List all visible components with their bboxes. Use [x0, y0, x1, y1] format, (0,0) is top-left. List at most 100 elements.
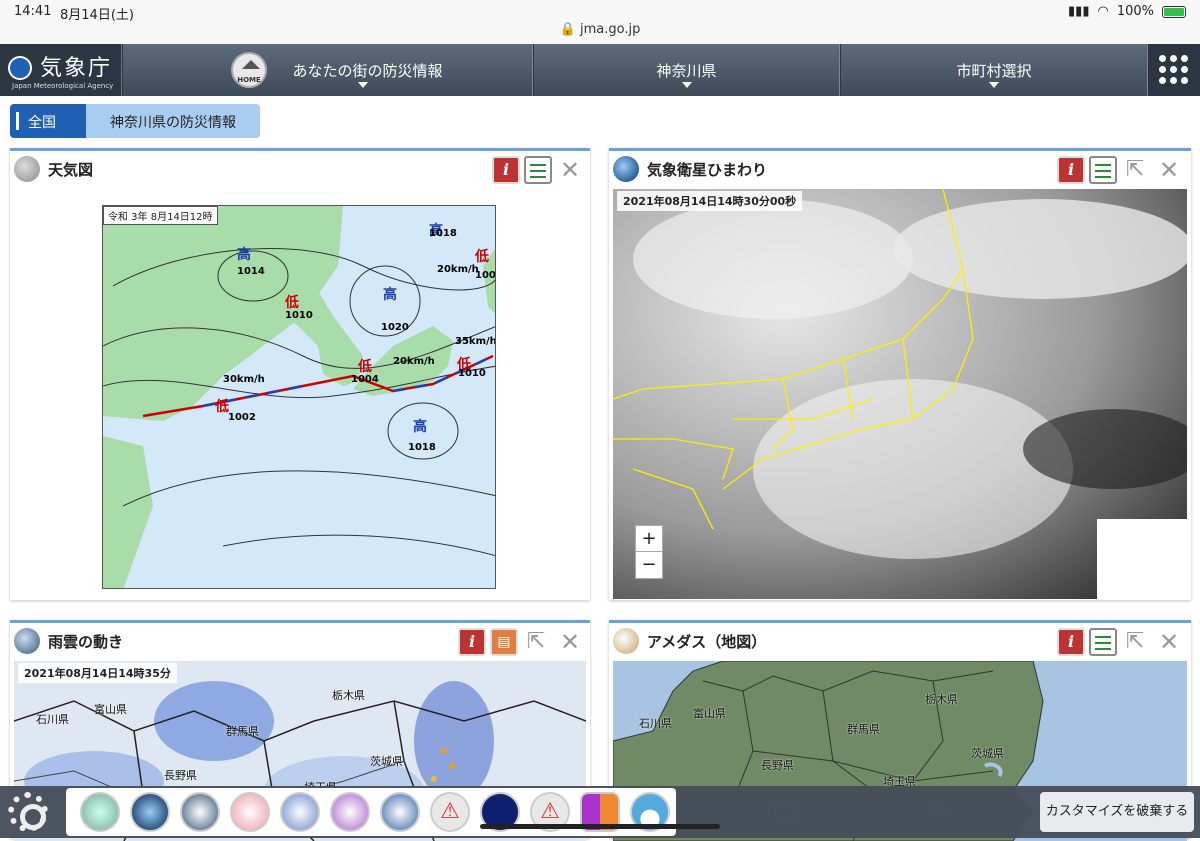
pressure-label: 1018: [408, 442, 436, 453]
panel-header: 天気図 i ✕: [10, 151, 590, 187]
url-text: jma.go.jp: [579, 22, 641, 37]
discard-customization-button[interactable]: カスタマイズを破棄する: [1040, 792, 1194, 832]
battery-text: 100%: [1116, 4, 1154, 19]
prefecture-label: 茨城県: [971, 747, 1004, 760]
prefecture-label: 石川県: [36, 713, 69, 726]
status-bar: 14:41 8月14日(土) 🔒 jma.go.jp ▮▮▮ ◠ 100%: [0, 0, 1200, 44]
close-icon[interactable]: ✕: [1155, 156, 1183, 184]
satellite-widget-icon[interactable]: [130, 792, 170, 832]
radar-widget-icon[interactable]: [180, 792, 220, 832]
nav-municipality-select[interactable]: 市町村選択: [840, 44, 1148, 96]
prefecture-label: 石川県: [639, 717, 672, 730]
panel-header: 気象衛星ひまわり i ⇱ ✕: [609, 151, 1191, 187]
panel-title: アメダス（地図）: [647, 633, 767, 651]
weather-map-panel: 天気図 i ✕ 令和 3年 8月14日12時 高 1014 低 1010 高 1020 高 1…: [10, 148, 590, 600]
himawari-panel: 気象衛星ひまわり i ⇱ ✕ 2021年08月14日14時30分00秒 + −: [609, 148, 1191, 600]
prefecture-label: 群馬県: [226, 725, 259, 738]
chevron-down-icon: [989, 82, 999, 88]
pressure-label: 1002: [228, 412, 256, 423]
logo-subtitle: Japan Meteorological Agency: [12, 82, 114, 90]
jma-logo[interactable]: 気象庁 Japan Meteorological Agency: [0, 44, 122, 96]
jma-emblem-icon: [8, 56, 32, 80]
warning-map-widget-icon[interactable]: [330, 792, 370, 832]
pressure-label: 1014: [237, 266, 265, 277]
warning-icon[interactable]: ⚠: [430, 792, 470, 832]
panel-header: アメダス（地図） i ⇱ ✕: [609, 623, 1191, 659]
pressure-label: 高: [383, 287, 397, 303]
prefecture-label: 栃木県: [925, 693, 958, 706]
nav-item-label: 神奈川県: [656, 62, 717, 80]
address-bar[interactable]: 🔒 jma.go.jp: [0, 22, 1200, 37]
panel-title: 気象衛星ひまわり: [647, 161, 768, 179]
info-icon[interactable]: i: [1057, 628, 1085, 656]
wifi-icon: ◠: [1097, 4, 1109, 19]
pressure-label: 20km/h: [393, 356, 435, 367]
prefecture-label: 茨城県: [370, 755, 403, 768]
nav-local-disaster-info[interactable]: HOME あなたの街の防災情報: [122, 44, 533, 96]
typhoon-widget-icon[interactable]: [380, 792, 420, 832]
prefecture-label: 長野県: [164, 769, 197, 782]
prefecture-label: 富山県: [693, 707, 726, 720]
pressure-label: 1010: [458, 368, 486, 379]
signal-icon: ▮▮▮: [1068, 4, 1090, 19]
pressure-label: 高: [413, 419, 427, 435]
breadcrumb-current: 神奈川県の防災情報: [86, 104, 260, 138]
weather-map-widget-icon[interactable]: [80, 792, 120, 832]
rain-radar-icon: [14, 628, 40, 654]
chevron-down-icon: [357, 82, 368, 88]
pressure-label: 低: [475, 249, 489, 265]
rain-timestamp: 2021年08月14日14時35分: [18, 663, 177, 683]
pressure-label: 30km/h: [223, 374, 265, 385]
list-icon[interactable]: [1089, 156, 1117, 184]
pressure-label: 1020: [381, 322, 409, 333]
info-icon[interactable]: i: [1057, 156, 1085, 184]
panel-title: 天気図: [48, 161, 94, 179]
status-date: 8月14日(土): [60, 8, 134, 23]
pressure-label: 低: [215, 399, 229, 415]
amedas-icon: [613, 628, 639, 654]
settings-gear-icon[interactable]: [8, 792, 48, 832]
forecast-widget-icon[interactable]: [230, 792, 270, 832]
satellite-icon: [613, 156, 639, 182]
status-time: 14:41: [14, 4, 52, 19]
nav-item-label: あなたの街の防災情報: [292, 62, 443, 80]
weather-chart-image[interactable]: 令和 3年 8月14日12時 高1014低1010高1020高1018低1000…: [102, 205, 496, 589]
list-icon[interactable]: [1089, 628, 1117, 656]
nav-item-label: 市町村選択: [956, 62, 1032, 80]
chart-timestamp: 令和 3年 8月14日12時: [103, 206, 218, 225]
breadcrumb-root[interactable]: 全国: [10, 104, 86, 138]
close-icon[interactable]: ✕: [1155, 628, 1183, 656]
status-indicators: ▮▮▮ ◠ 100%: [1068, 4, 1186, 19]
logo-title: 気象庁: [40, 56, 113, 81]
prefecture-label: 群馬県: [847, 723, 880, 736]
info-icon[interactable]: i: [492, 156, 520, 184]
external-link-icon[interactable]: ⇱: [1121, 156, 1149, 184]
prefecture-label: 富山県: [94, 703, 127, 716]
panel-header: 雨雲の動き i ▤ ⇱ ✕: [10, 623, 590, 659]
zoom-in-button[interactable]: +: [635, 525, 663, 553]
external-link-icon[interactable]: ⇱: [1121, 628, 1149, 656]
pressure-label: 低: [285, 295, 299, 311]
pressure-label: 低: [358, 359, 372, 375]
bottom-dock: ⚠ ⚠ カスタマイズを破棄する: [0, 786, 1200, 838]
nav-prefecture[interactable]: 神奈川県: [533, 44, 840, 96]
rain-forecast-widget-icon[interactable]: [280, 792, 320, 832]
breadcrumb: 全国 神奈川県の防災情報: [10, 104, 260, 138]
list-icon[interactable]: [524, 156, 552, 184]
grid-menu-icon[interactable]: [1148, 44, 1200, 96]
pressure-label: 高: [237, 247, 251, 263]
close-icon[interactable]: ✕: [556, 156, 584, 184]
home-indicator[interactable]: [480, 824, 720, 829]
weather-map-icon: [14, 156, 40, 182]
prefecture-label: 栃木県: [332, 689, 365, 702]
satellite-image[interactable]: 2021年08月14日14時30分00秒 + −: [613, 189, 1187, 599]
info-icon[interactable]: i: [458, 628, 486, 656]
close-icon[interactable]: ✕: [556, 628, 584, 656]
battery-icon: [1162, 5, 1186, 18]
satellite-timestamp: 2021年08月14日14時30分00秒: [617, 191, 803, 211]
top-nav: 気象庁 Japan Meteorological Agency HOME あなた…: [0, 44, 1200, 96]
book-icon[interactable]: ▤: [490, 628, 518, 656]
external-link-icon[interactable]: ⇱: [522, 628, 550, 656]
zoom-out-button[interactable]: −: [635, 551, 663, 579]
chevron-down-icon: [681, 82, 692, 88]
